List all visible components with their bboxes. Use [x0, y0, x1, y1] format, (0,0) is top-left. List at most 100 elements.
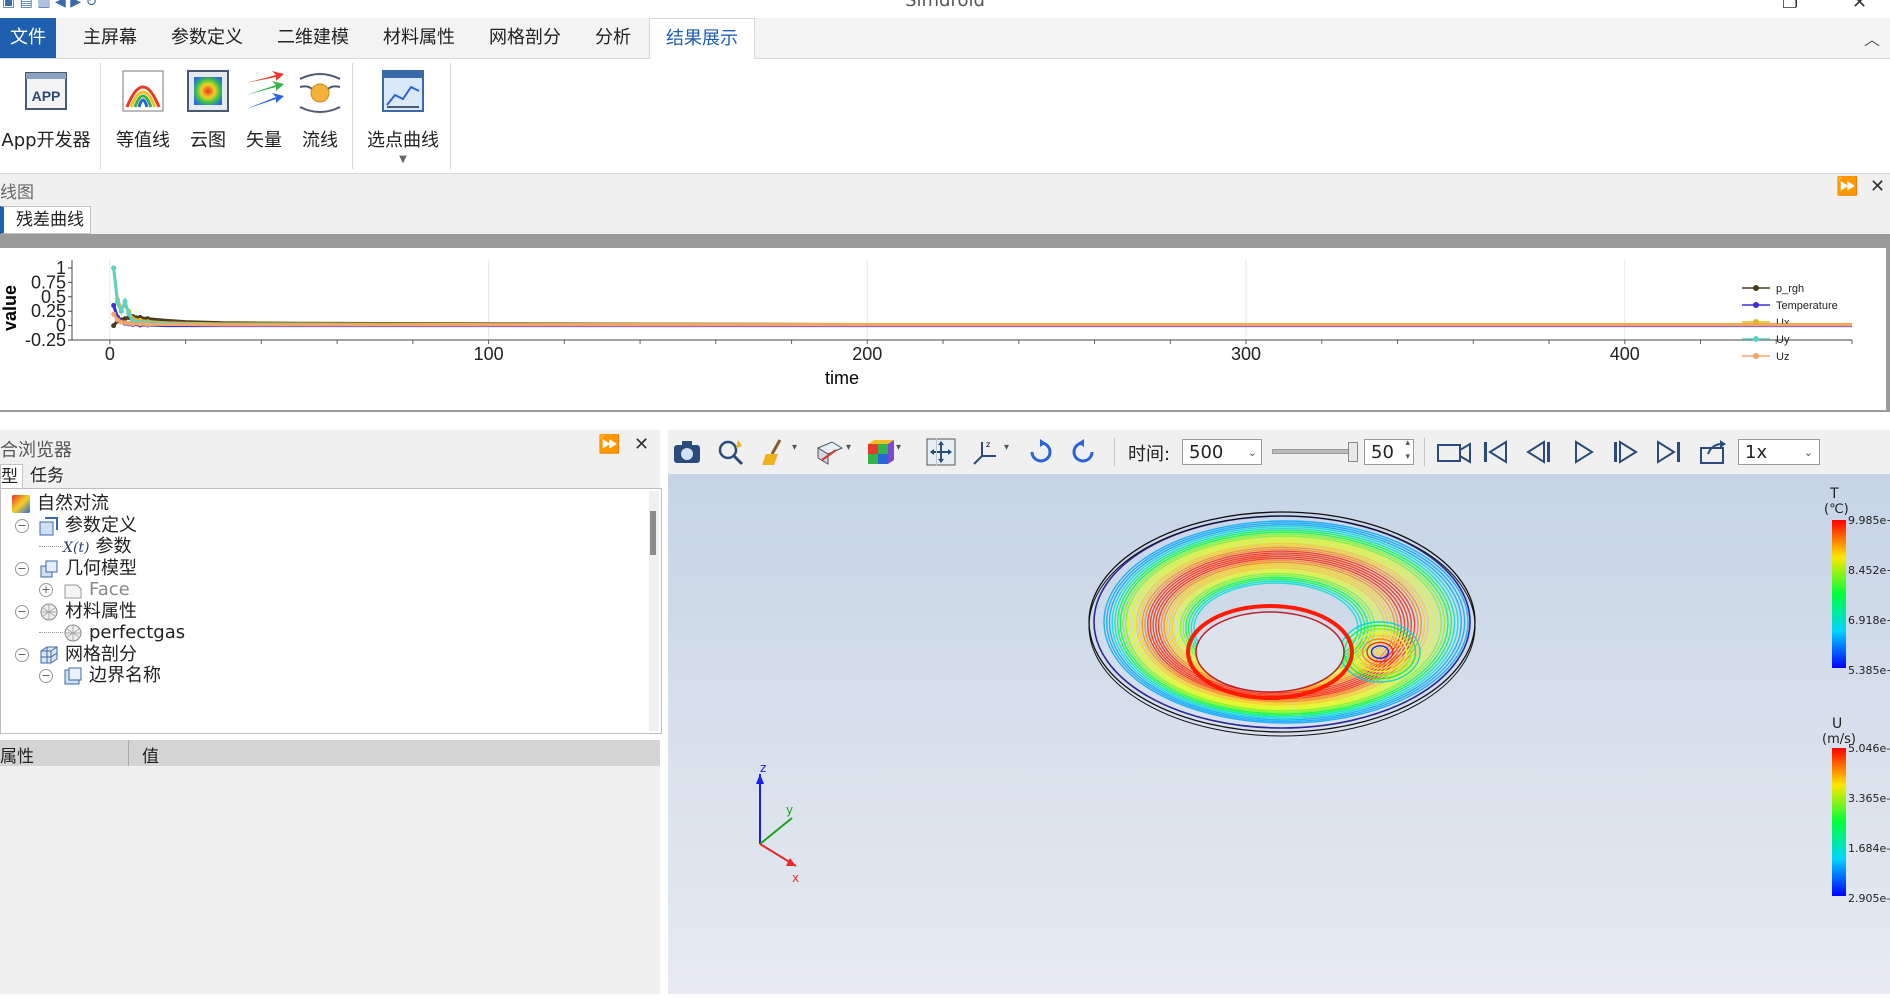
spin-icon[interactable]: ▴ ▾: [1405, 436, 1410, 464]
close-panel-icon[interactable]: ✕: [1870, 176, 1885, 197]
tree-toggle-icon[interactable]: −: [15, 561, 29, 576]
vector-icon: [246, 71, 284, 109]
last-frame-icon[interactable]: [1654, 438, 1684, 466]
ribbon-separator: [450, 63, 451, 169]
record-video-icon[interactable]: [1436, 438, 1472, 466]
step-spinbox[interactable]: 50 ▴ ▾: [1364, 436, 1414, 465]
data-point: [122, 298, 128, 304]
tree-toggle-icon[interactable]: −: [15, 518, 29, 533]
tree-toggle-icon[interactable]: +: [39, 583, 53, 597]
tab-analysis[interactable]: 分析: [582, 18, 644, 58]
dock-panel-icon[interactable]: ⏩: [598, 434, 620, 455]
rotate-ccw-icon[interactable]: [1068, 438, 1098, 466]
color-cube-icon[interactable]: [864, 438, 894, 466]
material-item-icon: [63, 622, 89, 643]
torus-streamline-render[interactable]: z y x: [668, 474, 1890, 994]
streamline-button[interactable]: 流线: [294, 67, 346, 152]
tab-param-def[interactable]: 参数定义: [158, 18, 256, 58]
contour-button[interactable]: 等值线: [110, 67, 176, 152]
time-slider[interactable]: [1272, 442, 1358, 462]
close-panel-icon[interactable]: ✕: [634, 434, 649, 455]
next-frame-icon[interactable]: [1610, 438, 1640, 466]
point-curve-icon: [382, 70, 424, 112]
model-tree: 自然对流 − 参数定义 X(t) 参数 − 几何模型 + Face − 材料属性 perfectgas…: [0, 488, 662, 734]
mesh-icon: [39, 644, 65, 665]
section-icon[interactable]: [814, 438, 844, 466]
data-point: [111, 265, 117, 271]
tree-item[interactable]: − 边界名称: [39, 663, 161, 689]
tree-item-label: 边界名称: [89, 665, 161, 686]
dock-panel-icon[interactable]: ⏩: [1836, 176, 1858, 197]
dropdown-arrow-icon[interactable]: ▾: [792, 442, 797, 453]
slider-track: [1272, 449, 1356, 454]
tree-item-label: 几何模型: [65, 557, 137, 579]
dropdown-arrow-icon[interactable]: ▾: [1004, 442, 1009, 453]
app-icon: APP: [25, 72, 67, 110]
tab-home[interactable]: 主屏幕: [70, 18, 150, 58]
speed-value: 1x: [1745, 442, 1768, 463]
title-bar: ▣ ▤ ▥ ◀ ▶ ↻ Simdroid ❐ ✕: [0, 0, 1890, 18]
tree-toggle-icon[interactable]: −: [39, 669, 53, 683]
tab-results[interactable]: 结果展示: [649, 18, 755, 60]
legend-marker: [1753, 285, 1759, 291]
prev-frame-icon[interactable]: [1524, 438, 1554, 466]
fit-view-icon[interactable]: [926, 438, 956, 466]
chart-tabs: 残差曲线: [0, 204, 1890, 234]
streamline-icon: [299, 73, 341, 113]
tree-toggle-icon[interactable]: −: [15, 604, 29, 619]
tree-item-label: 参数定义: [65, 514, 137, 536]
scrollbar-thumb[interactable]: [650, 511, 656, 555]
tree-item-label: 材料属性: [65, 600, 137, 622]
point-curve-button[interactable]: 选点曲线 ▼: [362, 67, 444, 165]
chart-svg: 0 100 200 300 40010.750.50.250-0.25timevalue…: [0, 258, 1853, 388]
tree-toggle-icon[interactable]: −: [15, 647, 29, 662]
data-point: [111, 311, 117, 317]
study-icon: [11, 493, 37, 514]
3d-viewport[interactable]: z y x T (℃) 9.985e+01 8.452e+01 6.918e+0…: [668, 474, 1890, 994]
legend-label: Temperature: [1776, 300, 1838, 312]
clear-icon[interactable]: [760, 438, 790, 466]
tab-mesh[interactable]: 网格剖分: [476, 18, 574, 58]
app-developer-button[interactable]: APP App开发器: [0, 67, 92, 152]
tab-task[interactable]: 任务: [30, 464, 64, 488]
series-line-Uy: [112, 267, 1852, 327]
tab-material[interactable]: 材料属性: [370, 18, 468, 58]
legend-marker: [1753, 302, 1759, 308]
zoom-icon[interactable]: [716, 438, 746, 466]
menu-file[interactable]: 文件: [0, 18, 56, 58]
x-tick-label: 300: [1231, 344, 1261, 364]
vector-label: 矢量: [246, 130, 282, 151]
browser-title: 合浏览器: [0, 440, 72, 461]
dropdown-arrow-icon[interactable]: ▾: [846, 442, 851, 453]
tab-2d-model[interactable]: 二维建模: [264, 18, 362, 58]
speed-select[interactable]: 1x ⌄: [1738, 439, 1820, 465]
play-icon[interactable]: [1568, 438, 1598, 466]
dropdown-arrow-icon[interactable]: ▼: [362, 154, 444, 165]
rotate-cw-icon[interactable]: [1026, 438, 1056, 466]
cloud-map-icon: [187, 70, 229, 112]
chevron-down-icon: ⌄: [1803, 446, 1813, 459]
ribbon-separator: [352, 63, 353, 169]
view-toolbar: ▾ ▾ ▾ z ▾ 时间: 500 ⌄ 50 ▴ ▾ 1x ⌄: [668, 430, 1890, 474]
x-tick-label: 0: [105, 344, 115, 364]
dropdown-arrow-icon[interactable]: ▾: [896, 442, 901, 453]
vector-button[interactable]: 矢量: [238, 67, 290, 152]
tab-residual-curve[interactable]: 残差曲线: [0, 206, 91, 234]
tab-model[interactable]: 型: [0, 464, 23, 490]
menu-bar: 文件 主屏幕 参数定义 二维建模 材料属性 网格剖分 分析 结果展示 ︿: [0, 18, 1890, 60]
cloud-map-button[interactable]: 云图: [182, 67, 234, 152]
export-icon[interactable]: [1698, 438, 1728, 466]
axis-orientation-icon[interactable]: z: [972, 438, 1002, 466]
collapse-ribbon-icon[interactable]: ︿: [1864, 26, 1880, 50]
first-frame-icon[interactable]: [1480, 438, 1510, 466]
time-select[interactable]: 500 ⌄: [1182, 439, 1262, 465]
tree-scrollbar[interactable]: [649, 491, 659, 731]
chart-panel-header: 线图 ⏩ ✕: [0, 174, 1890, 204]
slider-thumb[interactable]: [1348, 442, 1358, 462]
camera-icon[interactable]: [672, 438, 702, 466]
restore-icon[interactable]: ❐: [1782, 0, 1798, 13]
time-value: 500: [1189, 442, 1224, 463]
close-window-icon[interactable]: ✕: [1852, 0, 1867, 13]
property-area: [0, 766, 660, 994]
axis-x-label: x: [792, 871, 799, 885]
